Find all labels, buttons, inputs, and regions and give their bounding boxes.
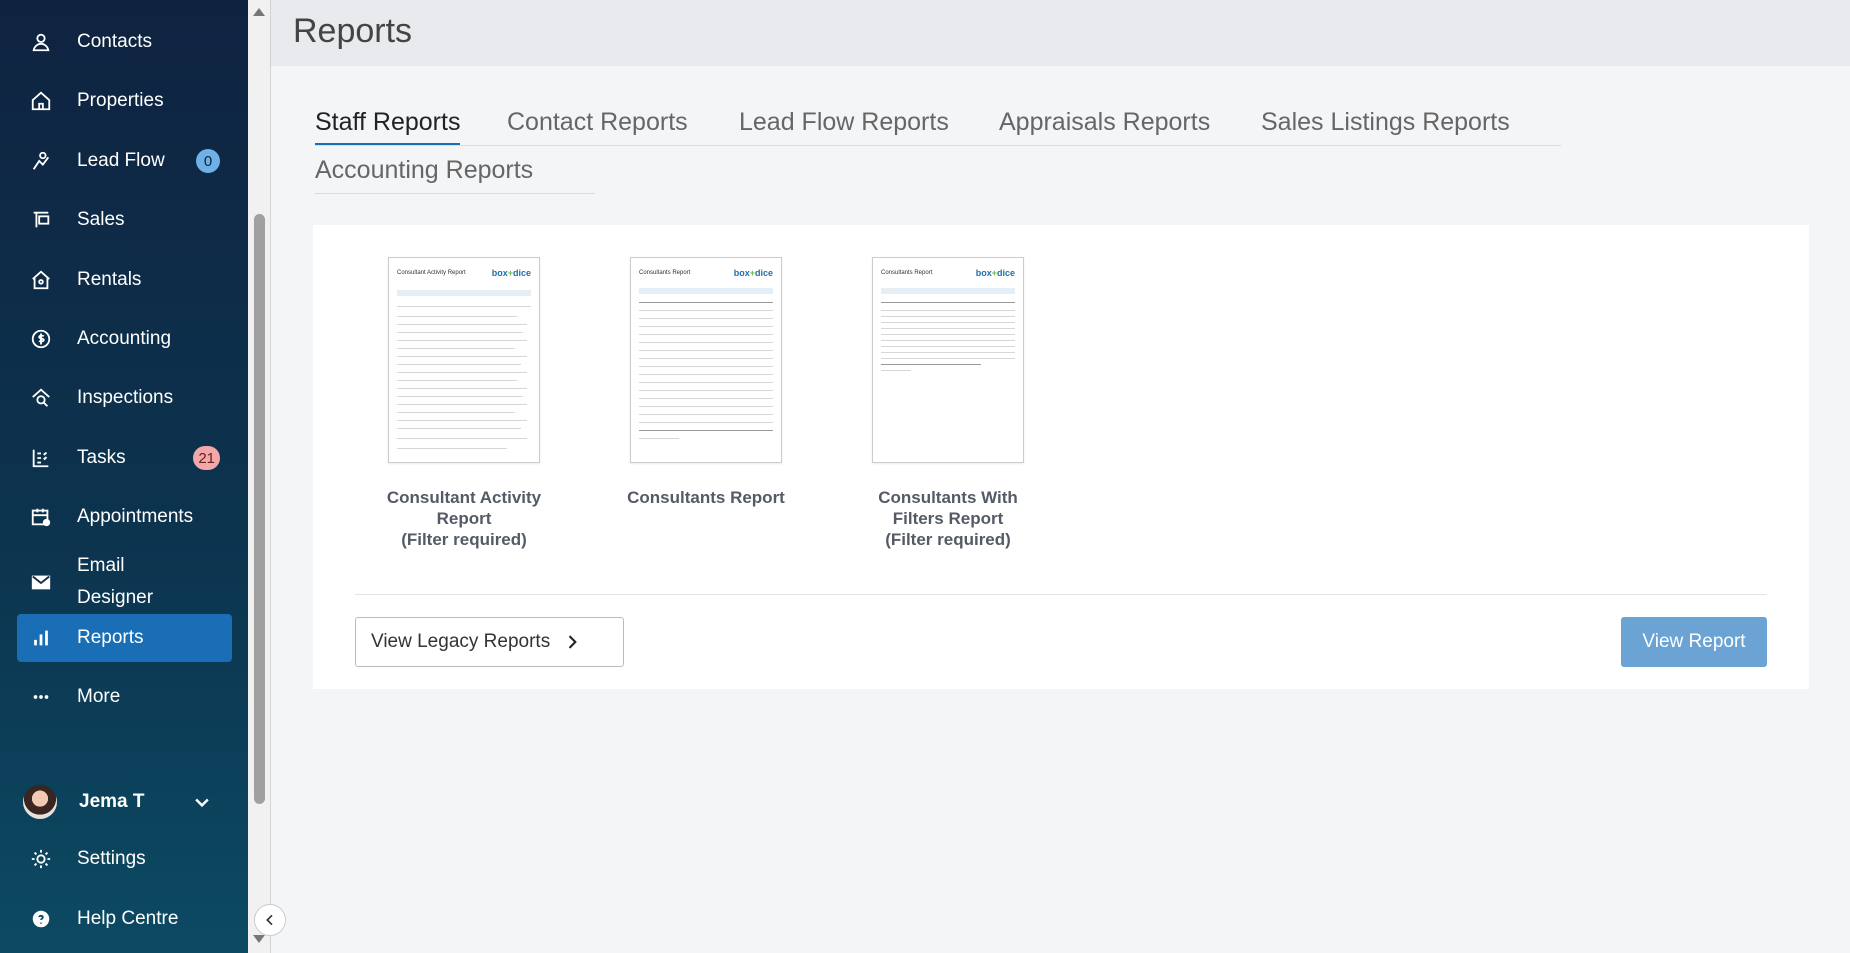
- calendar-icon: [29, 505, 53, 529]
- report-name: Consultants Report: [627, 488, 785, 507]
- user-name: Jema T: [79, 791, 145, 812]
- sidebar-item-label: Lead Flow: [77, 150, 165, 171]
- chevron-down-icon[interactable]: [192, 792, 212, 812]
- sidebar-item-appointments[interactable]: Appointments: [17, 493, 232, 541]
- tasks-icon: [29, 446, 53, 470]
- scrollbar-thumb[interactable]: [254, 214, 265, 804]
- chevron-right-icon: [568, 635, 578, 649]
- box-dice-logo: box+dice: [975, 268, 1015, 278]
- sidebar-item-settings[interactable]: Settings: [17, 835, 232, 883]
- sidebar-item-label: Reports: [77, 627, 144, 648]
- divider: [355, 594, 1767, 595]
- tab-appraisals-reports[interactable]: Appraisals Reports: [999, 108, 1210, 143]
- gear-icon: [29, 847, 53, 871]
- tab-divider: [315, 193, 595, 194]
- sidebar-item-label: Accounting: [77, 328, 172, 349]
- report-thumbnail: Consultants Report box+dice: [872, 257, 1024, 463]
- tasks-badge: 21: [193, 446, 220, 470]
- report-consultant-activity[interactable]: Consultant Activity Report box+dice Cons…: [359, 257, 569, 550]
- sidebar-item-properties[interactable]: Properties: [17, 77, 232, 125]
- sidebar-item-label: Rentals: [77, 269, 142, 290]
- tab-staff-reports[interactable]: Staff Reports: [315, 108, 461, 145]
- sidebar-item-label: Appointments: [77, 506, 194, 527]
- bar-chart-icon: [29, 626, 53, 650]
- scroll-down-arrow-icon[interactable]: [253, 935, 265, 943]
- person-icon: [29, 30, 53, 54]
- chevron-left-icon: [266, 914, 273, 926]
- tab-sales-listings-reports[interactable]: Sales Listings Reports: [1261, 108, 1510, 143]
- page-title: Reports: [293, 12, 413, 50]
- sidebar-item-lead-flow[interactable]: Lead Flow 0: [17, 137, 232, 185]
- box-dice-logo: box+dice: [491, 268, 531, 278]
- key-house-icon: [29, 268, 53, 292]
- sidebar: Contacts Properties Lead Flow 0 Sales Re…: [0, 0, 248, 953]
- sidebar-item-email-designer[interactable]: Email Designer: [17, 550, 232, 614]
- tab-contact-reports[interactable]: Contact Reports: [507, 108, 688, 143]
- main-content: Reports Staff Reports Contact Reports Le…: [270, 0, 1850, 953]
- report-name: Consultants With Filters Report (Filter …: [878, 488, 1018, 549]
- sidebar-item-inspections[interactable]: Inspections: [17, 374, 232, 422]
- sidebar-item-label: Email Designer: [77, 555, 154, 608]
- sidebar-item-reports[interactable]: Reports: [17, 614, 232, 662]
- sidebar-item-more[interactable]: More: [17, 673, 232, 721]
- report-name: Consultant Activity Report (Filter requi…: [386, 488, 542, 549]
- collapse-sidebar-button[interactable]: [254, 904, 286, 936]
- dollar-icon: [29, 327, 53, 351]
- dots-icon: [29, 685, 53, 709]
- sidebar-item-accounting[interactable]: Accounting: [17, 315, 232, 363]
- sidebar-item-label: Inspections: [77, 387, 174, 408]
- tab-accounting-reports[interactable]: Accounting Reports: [315, 156, 533, 191]
- sidebar-item-tasks[interactable]: Tasks 21: [17, 434, 232, 482]
- header: Reports: [271, 0, 1850, 66]
- report-consultants[interactable]: Consultants Report box+dice Consultants …: [601, 257, 811, 508]
- scroll-up-arrow-icon[interactable]: [253, 8, 265, 16]
- envelope-icon: [29, 570, 53, 594]
- avatar: [23, 785, 57, 819]
- user-menu[interactable]: Jema T: [17, 778, 232, 826]
- sidebar-item-rentals[interactable]: Rentals: [17, 256, 232, 304]
- sidebar-item-label: Settings: [77, 848, 146, 869]
- sidebar-item-label: Properties: [77, 90, 164, 111]
- house-icon: [29, 89, 53, 113]
- box-dice-logo: box+dice: [733, 268, 773, 278]
- lead-flow-badge: 0: [196, 149, 220, 173]
- view-legacy-reports-label: View Legacy Reports: [371, 631, 551, 652]
- sidebar-item-label: Sales: [77, 209, 125, 230]
- report-consultants-with-filters[interactable]: Consultants Report box+dice Consultants …: [843, 257, 1053, 550]
- view-legacy-reports-button[interactable]: View Legacy Reports: [355, 617, 624, 667]
- sidebar-item-sales[interactable]: Sales: [17, 196, 232, 244]
- sidebar-item-label: More: [77, 686, 121, 707]
- reports-card: Consultant Activity Report box+dice Cons…: [313, 225, 1809, 689]
- help-icon: [29, 907, 53, 931]
- sidebar-item-label: Contacts: [77, 31, 152, 52]
- inspection-icon: [29, 386, 53, 410]
- report-thumbnail: Consultant Activity Report box+dice: [388, 257, 540, 463]
- sidebar-item-label: Tasks: [77, 447, 126, 468]
- report-thumbnail: Consultants Report box+dice: [630, 257, 782, 463]
- sidebar-item-contacts[interactable]: Contacts: [17, 18, 232, 66]
- tab-lead-flow-reports[interactable]: Lead Flow Reports: [739, 108, 949, 143]
- lead-flow-icon: [29, 149, 53, 173]
- view-report-button[interactable]: View Report: [1621, 617, 1767, 667]
- sidebar-item-label: Help Centre: [77, 908, 179, 929]
- tab-divider: [315, 145, 1561, 146]
- sidebar-item-help[interactable]: Help Centre: [17, 895, 232, 943]
- sign-icon: [29, 208, 53, 232]
